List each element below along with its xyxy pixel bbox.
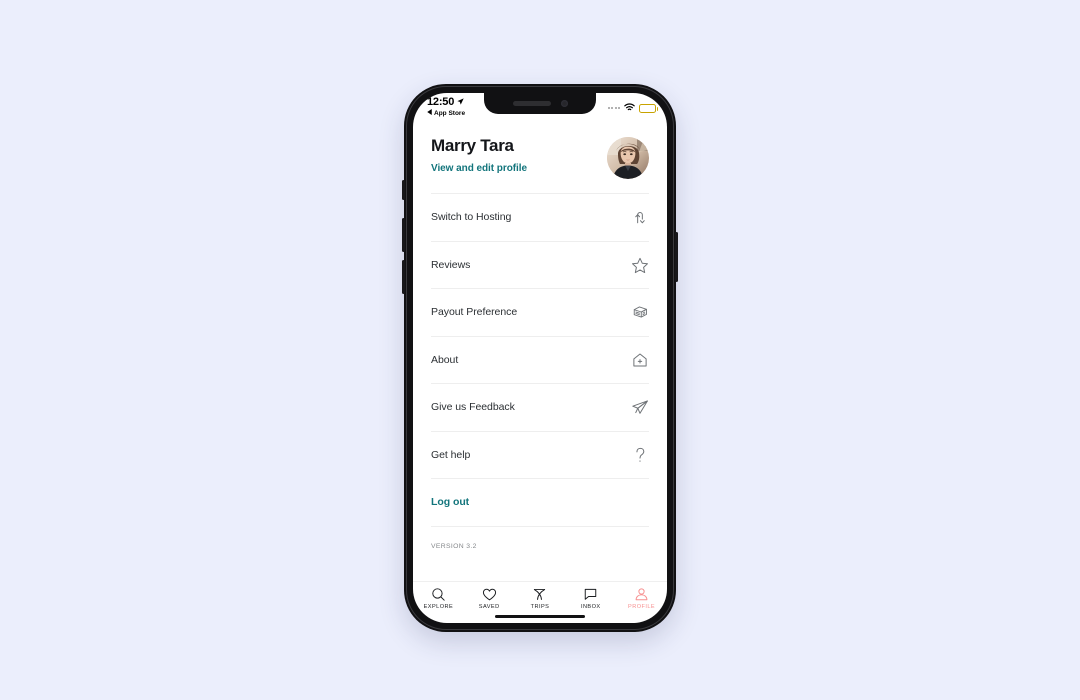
wifi-icon [624,99,635,117]
phone-frame: 12:50 App Store Marry Tara View and edit… [402,84,678,632]
menu-item-label: Reviews [431,258,471,271]
status-time: 12:50 [427,96,455,108]
location-arrow-icon [457,96,464,108]
version-row: VERSION 3.2 [431,525,649,566]
menu-item-label: Log out [431,496,470,509]
tab-inbox[interactable]: INBOX [569,587,613,610]
menu-item-label: Give us Feedback [431,401,515,414]
tab-label: INBOX [580,604,601,610]
power-button[interactable] [675,232,678,282]
status-bar: 12:50 App Store [413,93,667,127]
paper-plane-icon [631,398,649,416]
back-triangle-icon [427,109,432,117]
tab-trips[interactable]: TRIPS [518,587,562,610]
signal-dots-icon [607,107,620,109]
page-title: Marry Tara [431,136,514,155]
menu-item-reviews[interactable]: Reviews [431,240,649,289]
app-version-label: VERSION 3.2 [431,542,477,550]
switch-arrows-icon [631,208,649,226]
tab-label: SAVED [478,604,500,610]
menu-item-switch-to-hosting[interactable]: Switch to Hosting [431,193,649,241]
phone-screen: 12:50 App Store Marry Tara View and edit… [413,93,667,623]
view-and-edit-profile-link[interactable]: View and edit profile [431,163,527,174]
profile-header: Marry Tara View and edit profile [413,127,667,193]
belo-logo-icon [532,587,547,602]
tab-profile[interactable]: PROFILE [620,587,664,610]
home-indicator[interactable] [495,614,585,618]
volume-up-button[interactable] [402,218,405,252]
person-icon [634,587,649,602]
question-mark-icon [631,446,649,464]
tab-saved[interactable]: SAVED [467,587,511,610]
menu-item-give-us-feedback[interactable]: Give us Feedback [431,383,649,431]
tab-explore[interactable]: EXPLORE [416,587,460,610]
menu-item-get-help[interactable]: Get help [431,430,649,479]
menu-item-payout-preference[interactable]: Payout Preference [431,288,649,336]
magnifier-icon [431,587,446,602]
heart-outline-icon [482,587,497,602]
star-outline-icon [631,256,649,274]
volume-down-button[interactable] [402,260,405,294]
speech-bubble-icon [583,587,598,602]
menu-item-label: Switch to Hosting [431,211,512,224]
tab-label: TRIPS [530,604,550,610]
back-app-label: App Store [434,109,466,117]
money-stack-icon [631,303,649,321]
house-plus-icon [631,351,649,369]
silent-switch-button[interactable] [402,180,405,200]
profile-text-block: Marry Tara View and edit profile [431,135,527,174]
menu-item-label: Get help [431,448,471,461]
user-avatar-photo [607,137,649,179]
tab-label: EXPLORE [423,604,454,610]
status-bar-right [607,99,658,117]
empty-icon-slot [631,493,649,511]
back-to-app-store-button[interactable]: App Store [427,109,465,117]
status-bar-time-group: 12:50 [427,96,465,108]
avatar[interactable] [607,137,649,179]
menu-item-label: Payout Preference [431,306,518,319]
tab-label: PROFILE [628,604,656,610]
status-bar-left: 12:50 App Store [427,96,465,117]
battery-low-power-icon [639,103,658,113]
settings-menu-list: Switch to Hosting Reviews Payout Prefere… [413,193,667,581]
menu-item-log-out[interactable]: Log out [431,478,649,526]
menu-item-about[interactable]: About [431,335,649,384]
menu-item-label: About [431,353,459,366]
